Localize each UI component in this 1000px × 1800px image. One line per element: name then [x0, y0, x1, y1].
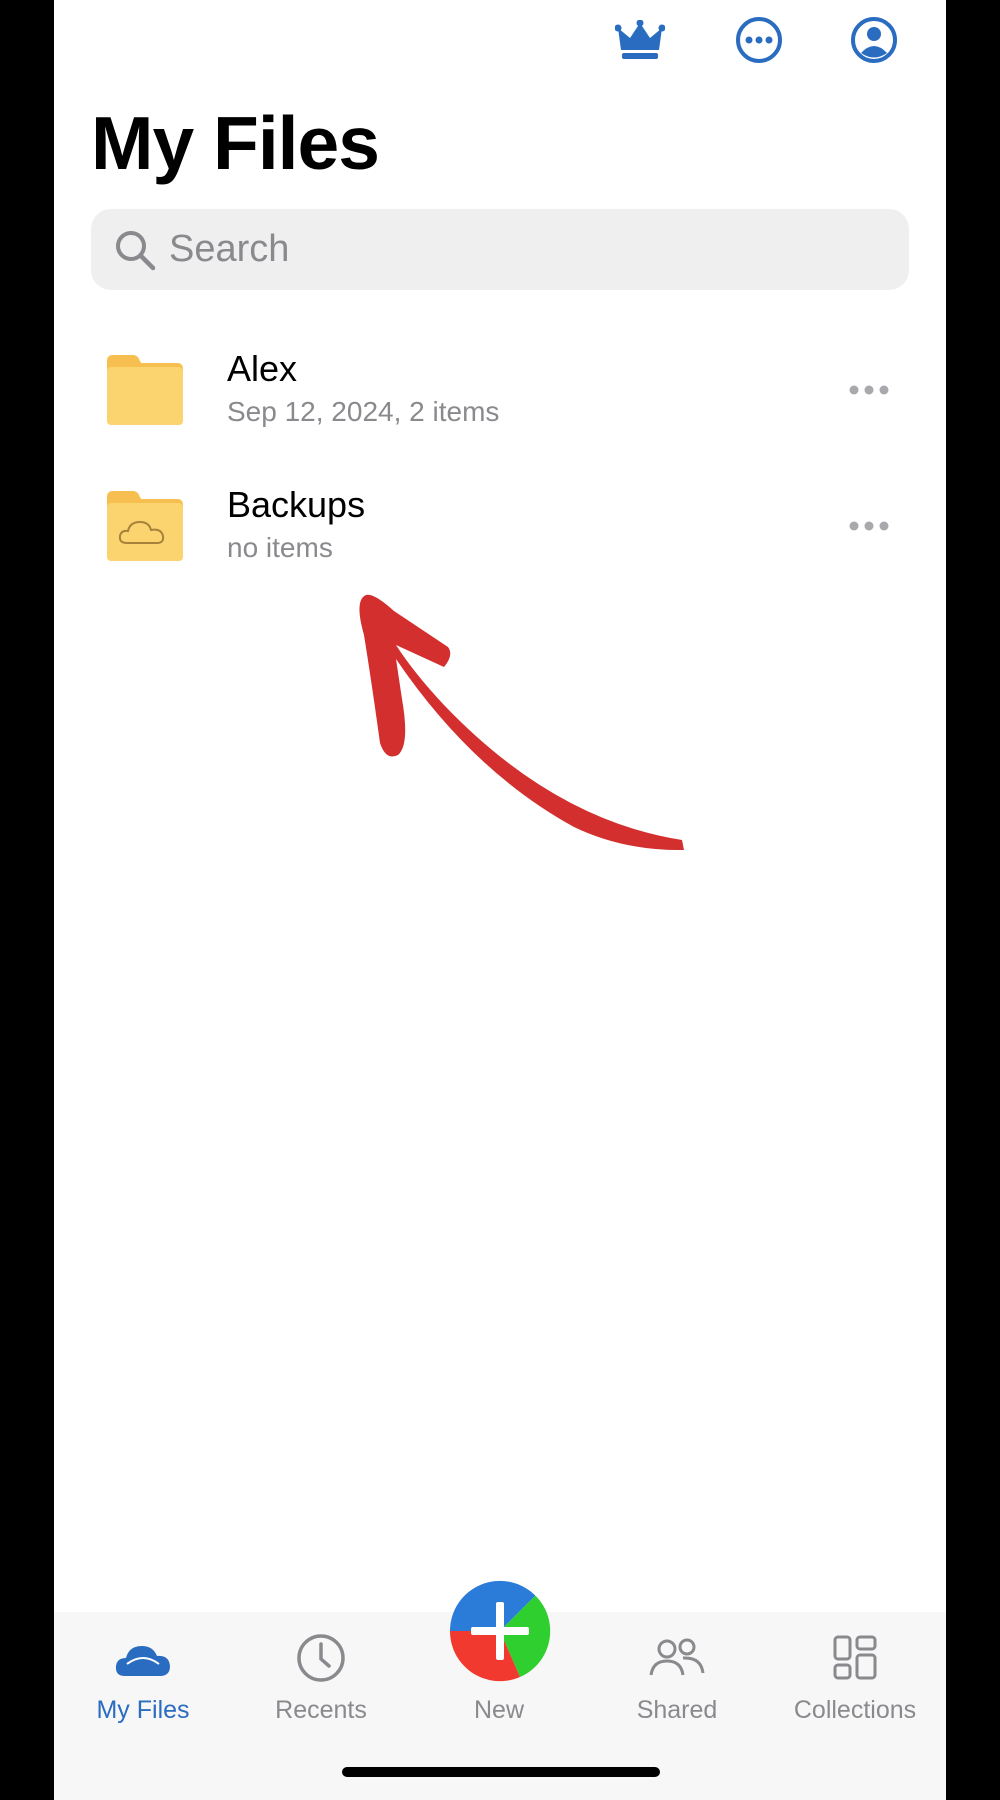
- more-options-icon: [736, 17, 782, 63]
- top-actions: [54, 10, 946, 74]
- new-plus-button[interactable]: [449, 1580, 551, 1682]
- file-list: Alex Sep 12, 2024, 2 items Backups no it…: [54, 330, 946, 602]
- home-indicator: [342, 1767, 660, 1777]
- row-more-button[interactable]: [834, 368, 904, 412]
- tab-label: Recents: [275, 1696, 367, 1724]
- tab-collections[interactable]: Collections: [766, 1612, 944, 1742]
- folder-icon: [107, 355, 183, 425]
- row-more-button[interactable]: [834, 504, 904, 548]
- tab-label: Collections: [793, 1696, 917, 1724]
- file-meta: Sep 12, 2024, 2 items: [227, 396, 500, 427]
- account-icon: [851, 17, 897, 63]
- ellipsis-icon: [849, 385, 889, 395]
- cloud-icon: [113, 1630, 173, 1686]
- people-icon: [647, 1630, 707, 1686]
- annotation-arrow-icon: [359, 594, 684, 851]
- tab-recents[interactable]: Recents: [232, 1612, 410, 1742]
- clock-icon: [291, 1630, 351, 1686]
- tab-label: Shared: [636, 1696, 718, 1724]
- page-title: My Files: [91, 101, 380, 185]
- file-meta: no items: [227, 532, 333, 563]
- account-button[interactable]: [844, 10, 904, 70]
- more-options-button[interactable]: [729, 10, 789, 70]
- tab-label: New: [473, 1696, 524, 1724]
- tab-label: My Files: [96, 1696, 190, 1724]
- cloud-folder-icon: [107, 491, 183, 561]
- search-input[interactable]: [169, 228, 869, 271]
- screen: My Files Alex Sep 12, 2024, 2 items: [54, 0, 946, 1800]
- file-row-backups[interactable]: Backups no items: [54, 466, 946, 602]
- file-row-alex[interactable]: Alex Sep 12, 2024, 2 items: [54, 330, 946, 466]
- ellipsis-icon: [849, 521, 889, 531]
- file-name: Backups: [227, 484, 366, 525]
- search-icon: [105, 220, 165, 280]
- tab-shared[interactable]: Shared: [588, 1612, 766, 1742]
- tab-my-files[interactable]: My Files: [54, 1612, 232, 1742]
- search-bar[interactable]: [91, 209, 909, 290]
- premium-crown-button[interactable]: [610, 10, 670, 70]
- file-name: Alex: [227, 348, 298, 389]
- collections-grid-icon: [825, 1630, 885, 1686]
- crown-icon: [615, 20, 665, 59]
